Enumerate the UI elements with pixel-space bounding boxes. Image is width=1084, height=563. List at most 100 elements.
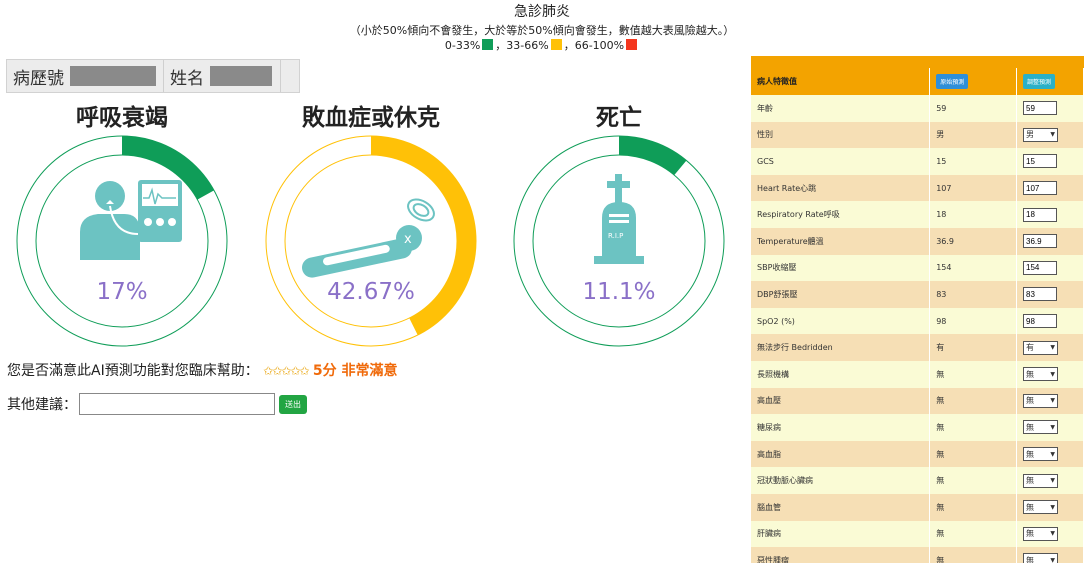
svg-text:x: x (404, 232, 412, 247)
adjust-cell: 無 ▼ (1016, 387, 1084, 415)
gauge-ring: R.I.P (513, 135, 725, 347)
table-row: 冠狀動脈心臟病無無 ▼ (751, 467, 1084, 494)
adjust-value-input[interactable] (1023, 207, 1058, 222)
adjust-value-select[interactable]: 無 ▼ (1023, 473, 1059, 488)
chevron-down-icon: ▼ (1050, 556, 1056, 563)
adjust-value-select[interactable]: 無 ▼ (1023, 393, 1059, 408)
patient-name-redacted (210, 66, 272, 86)
adjust-value-input[interactable] (1023, 154, 1058, 169)
chevron-down-icon: ▼ (1050, 423, 1056, 431)
chevron-down-icon: ▼ (1050, 131, 1056, 139)
adjust-value-select[interactable]: 男 ▼ (1023, 127, 1059, 142)
divider (280, 60, 281, 92)
original-value: 98 (929, 307, 1018, 335)
feature-panel: 病人特徵值 原始預測 調整預測 年齡59性別男男▼GCS15Heart Rate… (751, 56, 1084, 563)
legend-high-swatch (626, 39, 638, 50)
adjust-cell (1016, 254, 1084, 282)
gauge-title: 敗血症或休克 (302, 105, 440, 131)
feature-label: DBP舒張壓 (751, 281, 931, 308)
select-value: 有 (1026, 343, 1035, 353)
page-title: 急診肺炎 (514, 4, 570, 20)
feature-table: 病人特徵值 原始預測 調整預測 年齡59性別男男▼GCS15Heart Rate… (751, 68, 1084, 563)
feature-label: 肝臟病 (751, 520, 931, 548)
gauge-sepsis-shock: 敗血症或休克 x 42.67% (251, 96, 491, 356)
table-row: 高血脂無無 ▼ (751, 440, 1084, 468)
adjust-value-input[interactable] (1023, 314, 1058, 329)
original-value: 107 (929, 174, 1018, 202)
table-row: SBP收縮壓 154 (751, 254, 1084, 282)
adjust-predict-button[interactable]: 調整預測 (1023, 74, 1056, 89)
adjust-cell (1016, 174, 1084, 202)
adjust-predict-cell: 調整預測 (1016, 68, 1084, 95)
adjust-value-select[interactable]: 無 ▼ (1023, 526, 1059, 541)
adjust-cell (1016, 307, 1084, 335)
suggestion-label: 其他建議： (7, 397, 77, 413)
original-value: 無 (929, 467, 1018, 494)
table-row: 肝臟病 無無 ▼ (751, 520, 1084, 548)
feature-label: GCS (751, 148, 931, 175)
feature-label: 高血壓 (751, 387, 931, 415)
patient-info-bar: 病歷號 姓名 (6, 59, 300, 93)
legend-high-text: ，66-100% (563, 39, 625, 52)
adjust-value-select[interactable]: 無 ▼ (1023, 420, 1059, 435)
star-rating[interactable]: ✩✩✩✩✩ (263, 364, 309, 378)
table-row: SpO2 (%) 98 (751, 307, 1084, 335)
feature-label: 長照機構 (751, 360, 931, 388)
feature-label: 無法步行 Bedridden (751, 334, 931, 361)
select-value: 無 (1026, 529, 1035, 539)
adjust-cell (1016, 148, 1084, 175)
adjust-value-select[interactable]: 無 ▼ (1023, 447, 1059, 462)
adjust-cell: 無 ▼ (1016, 360, 1084, 388)
gauge-ring: x (265, 135, 477, 347)
adjust-value-input[interactable] (1023, 181, 1058, 196)
chart-number-redacted (70, 66, 156, 86)
original-value: 36.9 (929, 227, 1018, 255)
adjust-cell: 男 ▼ (1016, 121, 1084, 149)
feature-label: 性別 (751, 121, 931, 149)
adjust-cell: 無 ▼ (1016, 414, 1084, 441)
original-value: 83 (929, 281, 1018, 308)
select-value: 無 (1026, 502, 1035, 512)
adjust-cell (1016, 95, 1084, 122)
feature-label: 惡性腫瘤 (751, 547, 931, 563)
feature-label: 年齡 (751, 95, 931, 122)
feature-label: 高血脂 (751, 440, 931, 468)
adjust-cell: 無 ▼ (1016, 467, 1084, 494)
feature-label: 腦血管 (751, 493, 931, 521)
send-button[interactable]: 送出 (279, 394, 307, 414)
feature-label: SBP收縮壓 (751, 254, 931, 282)
chevron-down-icon: ▼ (1050, 477, 1056, 485)
adjust-value-input[interactable] (1023, 260, 1058, 275)
feature-table-body: 年齡59性別男男▼GCS15Heart Rate心跳107Respiratory… (751, 95, 1084, 563)
satisfaction-row: 您是否滿意此AI預測功能對您臨床幫助： ✩✩✩✩✩ 5分 非常滿意 (7, 360, 398, 380)
select-value: 無 (1026, 555, 1035, 563)
gauge-title: 呼吸衰竭 (76, 105, 168, 131)
adjust-value-input[interactable] (1023, 101, 1058, 116)
gauge-percent: 17% (96, 279, 148, 305)
original-value: 無 (929, 493, 1018, 521)
chevron-down-icon: ▼ (1050, 503, 1056, 511)
original-value: 無 (929, 414, 1018, 441)
legend-mid-text: ，33-66% (495, 39, 549, 52)
adjust-cell: 無 ▼ (1016, 520, 1084, 548)
chevron-down-icon: ▼ (1050, 344, 1056, 352)
adjust-value-input[interactable] (1023, 287, 1058, 302)
chevron-down-icon: ▼ (1050, 397, 1056, 405)
original-value: 無 (929, 547, 1018, 563)
adjust-value-select[interactable]: 無 ▼ (1023, 367, 1059, 382)
gauge-respiratory-failure: 呼吸衰竭 17% (2, 96, 242, 356)
satisfaction-question: 您是否滿意此AI預測功能對您臨床幫助： (7, 363, 259, 379)
gauge-death: 死亡 R.I.P 11.1% (499, 96, 739, 356)
table-row: 年齡 59 (751, 95, 1084, 122)
adjust-value-select[interactable]: 無 ▼ (1023, 500, 1059, 515)
adjust-value-select[interactable]: 無 ▼ (1023, 553, 1059, 563)
adjust-value-select[interactable]: 有 ▼ (1023, 340, 1059, 355)
suggestion-input[interactable] (79, 393, 275, 415)
original-predict-button[interactable]: 原始預測 (936, 74, 969, 89)
page-subtitle: （小於50%傾向不會發生，大於等於50%傾向會發生，數值越大表風險越大。） (349, 24, 735, 37)
chevron-down-icon: ▼ (1050, 450, 1056, 458)
adjust-value-input[interactable] (1023, 234, 1058, 249)
table-row: Heart Rate心跳 107 (751, 174, 1084, 202)
feature-label: Heart Rate心跳 (751, 174, 931, 202)
original-value: 18 (929, 201, 1018, 228)
